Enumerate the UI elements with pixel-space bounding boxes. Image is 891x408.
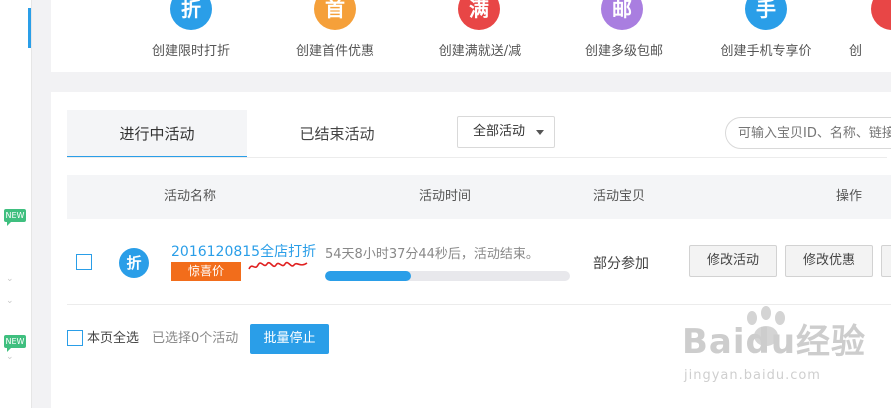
row-checkbox[interactable] bbox=[76, 254, 92, 270]
watermark-url: jingyan.baidu.com bbox=[684, 368, 821, 383]
left-sidebar: NEW ⌄ ⌄ NEW ⌄ bbox=[0, 0, 32, 408]
quick-create-panel: 折 创建限时打折 首 创建首件优惠 满 创建满就送/减 邮 创建多级包邮 手 创… bbox=[51, 0, 891, 72]
activity-scope: 部分参加 bbox=[593, 256, 649, 272]
free-shipping-icon: 邮 bbox=[601, 0, 643, 30]
watermark-logo: Baidu经验 jingyan.baidu.com bbox=[682, 306, 872, 392]
quick-create-label: 创建多级包邮 bbox=[584, 44, 663, 59]
chevron-down-icon[interactable]: ⌄ bbox=[6, 296, 14, 306]
more-actions-button[interactable] bbox=[881, 245, 891, 277]
activity-progress-bar bbox=[325, 271, 570, 281]
new-badge: NEW bbox=[4, 335, 26, 352]
edit-discount-button[interactable]: 修改优惠 bbox=[785, 245, 873, 277]
quick-create-label: 创 bbox=[849, 44, 863, 59]
filter-value: 全部活动 bbox=[473, 124, 526, 139]
sidebar-active-indicator bbox=[28, 8, 31, 48]
select-all-checkbox[interactable] bbox=[67, 330, 83, 346]
chevron-down-icon[interactable]: ⌄ bbox=[6, 352, 14, 362]
watermark-text: Baidu经验 bbox=[682, 322, 867, 362]
activity-time-remaining: 54天8小时37分44秒后，活动结束。 bbox=[325, 247, 539, 262]
activity-name-link[interactable]: 2016120815全店打折 bbox=[171, 241, 316, 261]
select-all-label[interactable]: 本页全选 bbox=[87, 330, 139, 348]
more-icon bbox=[871, 0, 891, 30]
selected-count-text: 已选择0个活动 bbox=[152, 331, 239, 346]
full-reduction-icon: 满 bbox=[458, 0, 500, 30]
activity-filter-select[interactable]: 全部活动 bbox=[457, 116, 555, 148]
table-header: 活动名称 活动时间 活动宝贝 操作 bbox=[67, 175, 891, 219]
quick-create-label: 创建手机专享价 bbox=[720, 44, 812, 59]
chevron-down-icon[interactable]: ⌄ bbox=[6, 274, 14, 284]
tab-divider bbox=[67, 157, 887, 158]
mobile-price-icon: 手 bbox=[745, 0, 787, 30]
table-row: 折 2016120815全店打折 惊喜价 54天8小时37分44秒后，活动结束。… bbox=[67, 219, 891, 305]
new-badge: NEW bbox=[4, 209, 26, 226]
discount-icon: 折 bbox=[170, 0, 212, 30]
quick-create-label: 创建满就送/减 bbox=[438, 44, 522, 59]
column-header-name: 活动名称 bbox=[164, 189, 217, 204]
tab-ended-activities[interactable]: 已结束活动 bbox=[247, 110, 427, 158]
batch-stop-button[interactable]: 批量停止 bbox=[250, 324, 329, 354]
progress-fill bbox=[325, 271, 411, 281]
quick-create-label: 创建首件优惠 bbox=[295, 44, 374, 59]
first-item-icon: 首 bbox=[314, 0, 356, 30]
edit-activity-button[interactable]: 修改活动 bbox=[689, 245, 777, 277]
discount-icon: 折 bbox=[119, 248, 149, 278]
tab-active-activities[interactable]: 进行中活动 bbox=[67, 110, 247, 158]
search-input[interactable] bbox=[725, 117, 891, 149]
quick-create-label: 创建限时打折 bbox=[151, 44, 230, 59]
column-header-actions: 操作 bbox=[836, 189, 863, 204]
column-header-items: 活动宝贝 bbox=[593, 189, 646, 204]
annotation-squiggle bbox=[248, 261, 308, 270]
activity-tag: 惊喜价 bbox=[171, 262, 241, 281]
column-header-time: 活动时间 bbox=[419, 189, 472, 204]
caret-down-icon bbox=[536, 130, 544, 135]
